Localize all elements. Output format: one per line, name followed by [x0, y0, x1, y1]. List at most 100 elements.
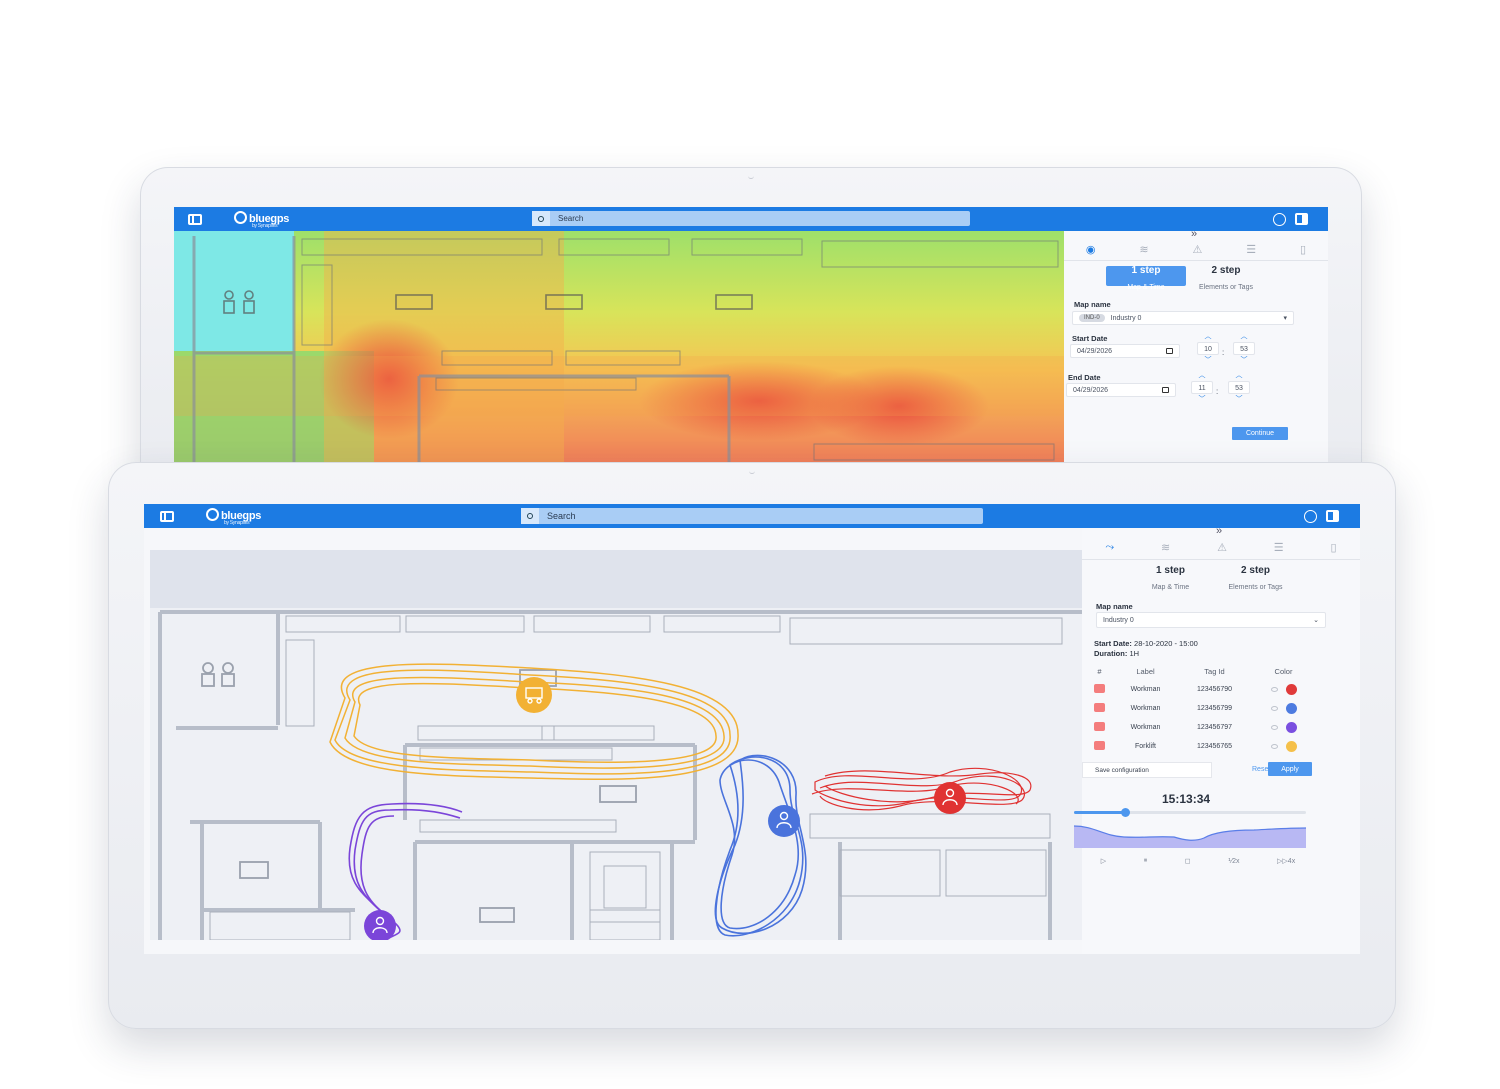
start-minute-spinner[interactable]: ︿ 53 ﹀: [1233, 333, 1255, 364]
playback-controls: ▷ ⏸ ◻ ⅟2x ▷▷4x: [1082, 857, 1314, 865]
map-tag: IND-0: [1079, 314, 1105, 322]
save-configuration-button[interactable]: Save configuration: [1082, 762, 1212, 778]
table-row[interactable]: Workman 123456797: [1088, 718, 1318, 737]
forklift-marker: [516, 677, 552, 713]
pause-button[interactable]: ⏸: [1144, 857, 1148, 865]
panel-toggle-icon[interactable]: [1295, 213, 1308, 225]
playback-slider-fill: [1074, 811, 1126, 814]
visibility-icon[interactable]: [1270, 687, 1278, 692]
color-swatch[interactable]: [1285, 703, 1297, 714]
step-2-tab[interactable]: 2 step Elements or Tags: [1186, 265, 1266, 290]
end-minute-spinner[interactable]: ︿ 53 ﹀: [1228, 372, 1250, 403]
front-device: bluegps by Synapses Search » ⤳ ≋ ⚠ ☰ ▯ 1…: [108, 462, 1396, 1029]
start-date-label: Start Date: [1072, 334, 1108, 343]
layers-tool-icon[interactable]: ≋: [1161, 541, 1170, 554]
playback-slider-knob[interactable]: [1121, 808, 1131, 817]
time-separator: :: [1222, 348, 1225, 357]
color-swatch[interactable]: [1285, 722, 1297, 733]
map-name-label: Map name: [1074, 300, 1111, 309]
table-row[interactable]: Workman 123456790: [1088, 680, 1318, 699]
calendar-icon[interactable]: [1162, 387, 1169, 393]
stop-button[interactable]: ◻: [1185, 857, 1191, 865]
battery-tool-icon[interactable]: ▯: [1300, 243, 1306, 256]
workman-marker-blue: [768, 805, 800, 837]
step-2-tab[interactable]: 2 step Elements or Tags: [1213, 565, 1298, 590]
apply-button[interactable]: Apply: [1268, 762, 1312, 776]
playback-time: 15:13:34: [1162, 792, 1211, 806]
logo: bluegps by Synapses: [234, 211, 289, 229]
chevron-down-icon: ▾: [1283, 315, 1287, 322]
back-steps: 1 step Map & Time 2 step Elements or Tags: [1106, 265, 1266, 291]
start-date-input[interactable]: 04/29/2026: [1070, 344, 1180, 358]
start-hour-spinner[interactable]: ︿ 10 ﹀: [1197, 333, 1219, 364]
step-1-tab[interactable]: 1 step Map & Time: [1106, 265, 1186, 291]
end-date-label: End Date: [1068, 373, 1101, 382]
sidebar-toggle-icon[interactable]: [188, 214, 202, 225]
calendar-icon[interactable]: [1166, 348, 1173, 354]
front-toolbar: ⤳ ≋ ⚠ ☰ ▯: [1082, 536, 1360, 560]
visibility-icon[interactable]: [1270, 744, 1278, 749]
map-name-value: Industry 0: [1110, 314, 1142, 322]
globe-icon: [206, 508, 219, 521]
color-swatch[interactable]: [1285, 684, 1297, 695]
map-name-label: Map name: [1096, 602, 1133, 611]
camera: [749, 470, 755, 474]
step-1-tab[interactable]: 1 step Map & Time: [1128, 565, 1213, 590]
layers-tool-icon[interactable]: ≋: [1139, 243, 1148, 256]
back-screen: bluegps by Synapses Search » ◉ ≋ ⚠ ☰ ▯ 1…: [174, 207, 1328, 463]
front-sidepanel: » ⤳ ≋ ⚠ ☰ ▯ 1 step Map & Time 2 step Eleme…: [1074, 525, 1360, 954]
alert-tool-icon[interactable]: ⚠: [1192, 243, 1202, 256]
logo: bluegps by Synapses: [206, 508, 261, 526]
front-topbar: bluegps by Synapses Search: [144, 504, 1360, 528]
tags-table: # Label Tag Id Color Workman 123456790 W…: [1088, 662, 1318, 756]
play-button[interactable]: ▷: [1101, 857, 1106, 865]
end-date-input[interactable]: 04/29/2026: [1066, 383, 1176, 397]
duration-info: Duration: 1H: [1094, 649, 1140, 658]
fast-forward-button[interactable]: ▷▷4x: [1277, 857, 1295, 865]
map-name-value: Industry 0: [1103, 616, 1134, 624]
filters-tool-icon[interactable]: ☰: [1274, 541, 1284, 554]
search-input[interactable]: Search: [521, 508, 983, 524]
heatmap-floorplan: [174, 231, 1064, 463]
back-sidepanel: » ◉ ≋ ⚠ ☰ ▯ 1 step Map & Time 2 step Eleme…: [1064, 228, 1328, 463]
user-icon[interactable]: [1304, 510, 1317, 523]
tag-type-icon: [1094, 684, 1105, 693]
search-input[interactable]: Search: [532, 211, 970, 226]
tag-type-icon: [1094, 722, 1105, 731]
table-row[interactable]: Forklift 123456765: [1088, 737, 1318, 756]
search-icon: [527, 513, 533, 519]
activity-sparkline: [1074, 825, 1306, 848]
battery-tool-icon[interactable]: ▯: [1331, 541, 1337, 554]
front-screen: bluegps by Synapses Search » ⤳ ≋ ⚠ ☰ ▯ 1…: [144, 504, 1360, 954]
tag-type-icon: [1094, 741, 1105, 750]
map-name-select[interactable]: IND-0 Industry 0 ▾: [1072, 311, 1294, 325]
start-date-info: Start Date: 28-10-2020 - 15:00: [1094, 639, 1198, 648]
color-swatch[interactable]: [1285, 741, 1297, 752]
chevron-down-icon: ⌄: [1313, 617, 1319, 624]
panel-toggle-icon[interactable]: [1326, 510, 1339, 522]
front-steps: 1 step Map & Time 2 step Elements or Tags: [1128, 565, 1298, 590]
logo-sub: by Synapses: [224, 520, 250, 526]
workman-marker-red: [934, 782, 966, 814]
logo-sub: by Synapses: [252, 223, 278, 229]
end-hour-spinner[interactable]: ︿ 11 ﹀: [1191, 372, 1213, 403]
user-icon[interactable]: [1273, 213, 1286, 226]
tracks-floorplan: [150, 550, 1082, 940]
globe-icon: [234, 211, 247, 224]
alert-tool-icon[interactable]: ⚠: [1217, 541, 1227, 554]
table-header: # Label Tag Id Color: [1097, 666, 1293, 676]
map-name-select[interactable]: Industry 0 ⌄: [1096, 612, 1326, 628]
half-speed-button[interactable]: ⅟2x: [1228, 857, 1239, 865]
heatmap-tool-icon[interactable]: ◉: [1086, 243, 1096, 256]
continue-button[interactable]: Continue: [1232, 427, 1288, 440]
back-toolbar: ◉ ≋ ⚠ ☰ ▯: [1064, 239, 1328, 261]
back-device: bluegps by Synapses Search » ◉ ≋ ⚠ ☰ ▯ 1…: [140, 167, 1362, 497]
filters-tool-icon[interactable]: ☰: [1246, 243, 1256, 256]
sidebar-toggle-icon[interactable]: [160, 511, 174, 522]
playback-slider[interactable]: [1074, 808, 1306, 817]
visibility-icon[interactable]: [1270, 706, 1278, 711]
tracks-tool-icon[interactable]: ⤳: [1105, 541, 1114, 554]
back-topbar: bluegps by Synapses Search: [174, 207, 1328, 231]
table-row[interactable]: Workman 123456799: [1088, 699, 1318, 718]
visibility-icon[interactable]: [1270, 725, 1278, 730]
